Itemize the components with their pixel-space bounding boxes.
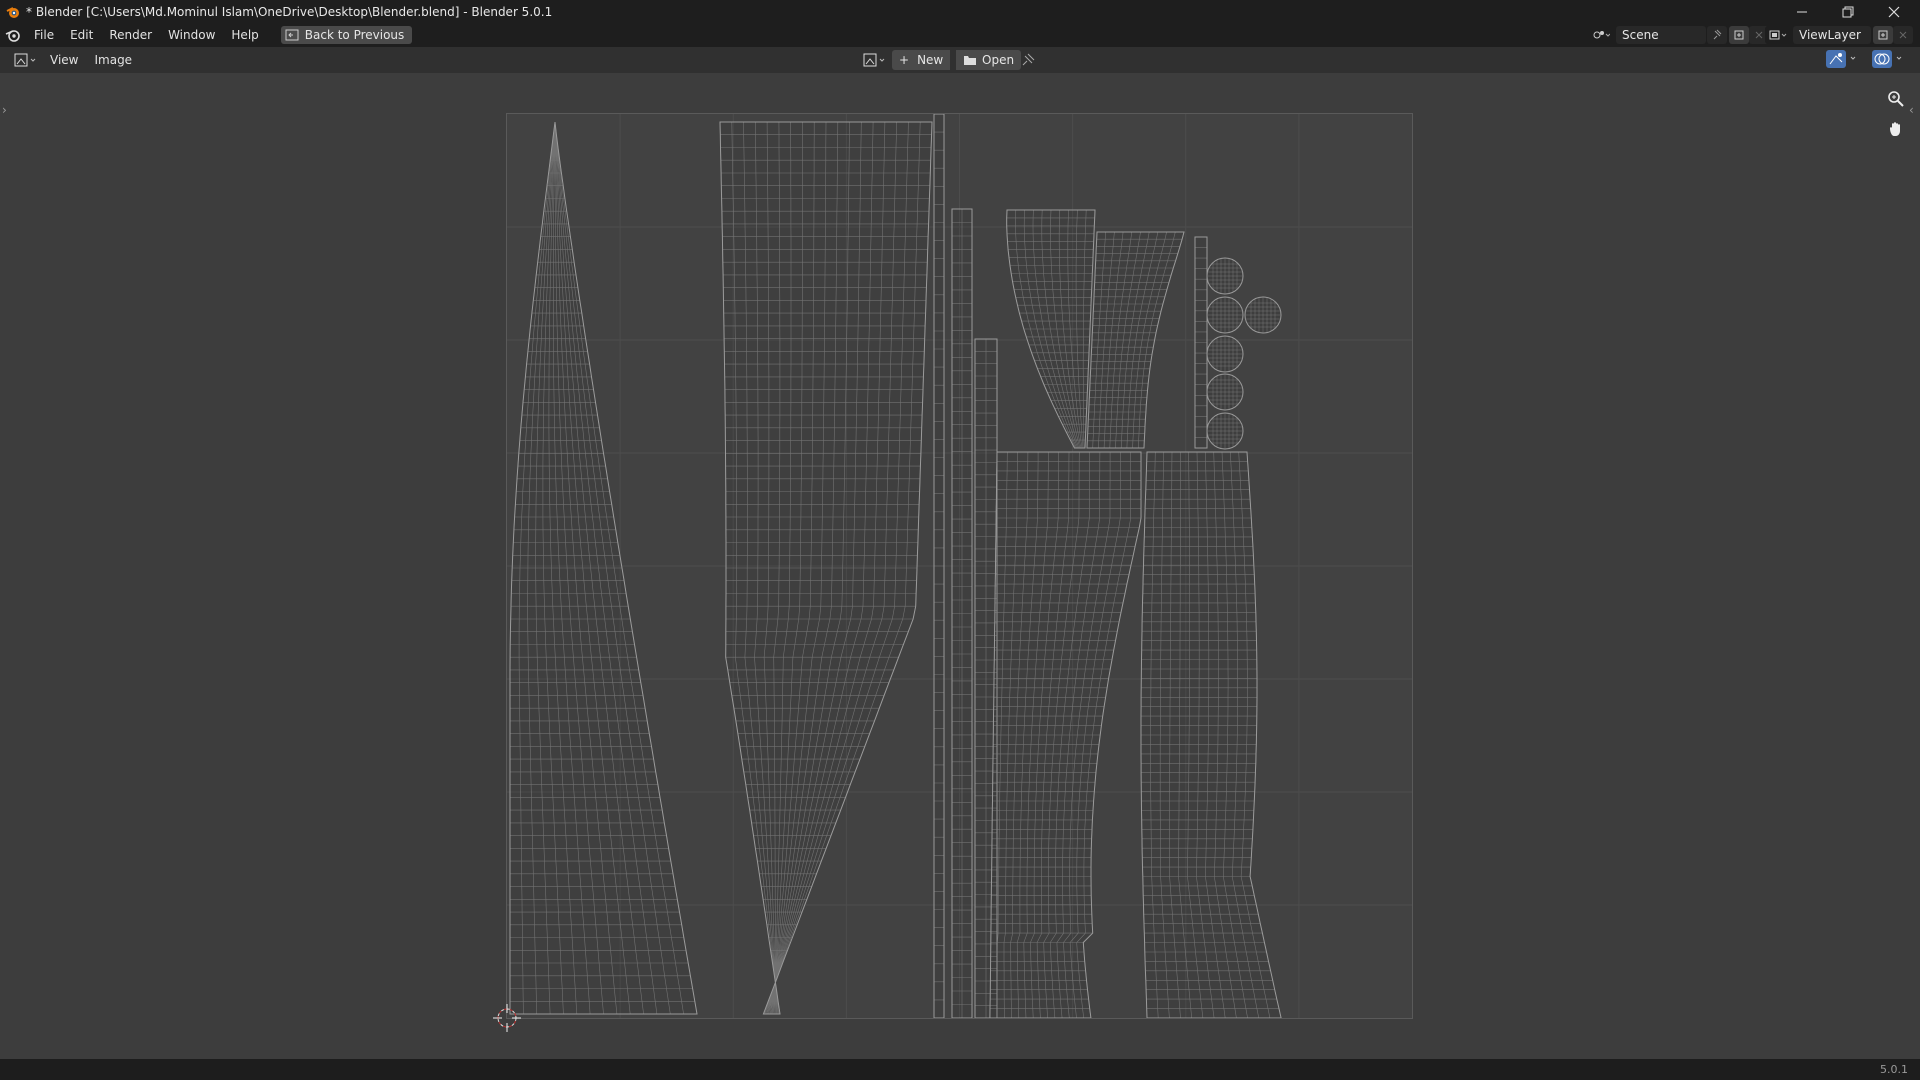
scene-icon[interactable] xyxy=(1588,26,1614,44)
uv-island-handle-2[interactable] xyxy=(1140,451,1282,1018)
scene-name: Scene xyxy=(1622,28,1659,42)
uv-island-spine-1[interactable] xyxy=(933,114,945,1018)
uv-island-bolster-1[interactable] xyxy=(1006,209,1096,449)
folder-icon xyxy=(964,56,976,65)
image-editor-icon xyxy=(14,53,36,67)
window-title: * Blender [C:\Users\Md.Mominul Islam\One… xyxy=(26,4,553,19)
close-icon[interactable] xyxy=(1871,0,1917,23)
navigation-gizmo xyxy=(1882,85,1910,145)
menu-help[interactable]: Help xyxy=(223,23,266,47)
menu-render[interactable]: Render xyxy=(101,23,160,47)
new-image-button[interactable]: + New xyxy=(892,50,951,70)
uv-space[interactable] xyxy=(506,113,1413,1019)
image-browse-icon[interactable] xyxy=(862,50,888,70)
blender-menu-icon[interactable] xyxy=(0,28,26,42)
zoom-icon[interactable] xyxy=(1882,85,1910,113)
plus-icon: + xyxy=(899,53,910,67)
pin-icon[interactable] xyxy=(1020,52,1036,71)
image-editor-header: View Image + New Open xyxy=(0,47,1920,73)
new-scene-icon[interactable] xyxy=(1729,26,1749,44)
scene-pin-icon[interactable] xyxy=(1707,26,1727,44)
restore-icon[interactable] xyxy=(1825,0,1871,23)
window-titlebar: * Blender [C:\Users\Md.Mominul Islam\One… xyxy=(0,0,1920,23)
back-to-previous-label: Back to Previous xyxy=(304,28,405,42)
uv-island-spine-2[interactable] xyxy=(951,208,973,1018)
menu-file[interactable]: File xyxy=(26,23,62,47)
open-image-button[interactable]: Open xyxy=(956,50,1022,70)
view-layer-selector: ViewLayer xyxy=(1765,25,1913,45)
status-bar: 5.0.1 xyxy=(0,1059,1920,1080)
minimize-icon[interactable] xyxy=(1779,0,1825,23)
version-label: 5.0.1 xyxy=(1880,1063,1908,1076)
2d-cursor-icon[interactable] xyxy=(489,1000,525,1036)
open-image-label: Open xyxy=(982,53,1015,67)
uv-island-blade-left[interactable] xyxy=(509,121,698,1015)
view-layer-field[interactable]: ViewLayer xyxy=(1793,26,1871,44)
new-image-label: New xyxy=(917,53,944,67)
menu-window[interactable]: Window xyxy=(160,23,223,47)
view-layer-icon[interactable] xyxy=(1765,26,1791,44)
uv-island-pin-strip[interactable] xyxy=(1194,236,1208,449)
blender-logo-icon xyxy=(2,1,24,23)
menu-image[interactable]: Image xyxy=(86,53,140,67)
new-view-layer-icon[interactable] xyxy=(1873,26,1893,44)
uv-island-handle-1[interactable] xyxy=(989,451,1142,1018)
uv-sync-selection-icon[interactable] xyxy=(1826,50,1862,68)
back-to-previous-button[interactable]: Back to Previous xyxy=(280,26,413,44)
toolbar-toggle-icon[interactable]: › xyxy=(2,103,7,117)
back-icon xyxy=(285,29,299,41)
editor-type-selector[interactable] xyxy=(10,50,42,70)
scene-name-field[interactable]: Scene xyxy=(1616,26,1706,44)
menu-view[interactable]: View xyxy=(42,53,86,67)
uv-island-blade-right[interactable] xyxy=(719,121,933,1015)
scene-selector: Scene xyxy=(1588,25,1769,45)
menu-edit[interactable]: Edit xyxy=(62,23,101,47)
overlays-icon[interactable] xyxy=(1872,50,1908,68)
view-layer-name: ViewLayer xyxy=(1799,28,1861,42)
hand-pan-icon[interactable] xyxy=(1882,115,1910,143)
delete-view-layer-icon[interactable] xyxy=(1893,26,1913,44)
